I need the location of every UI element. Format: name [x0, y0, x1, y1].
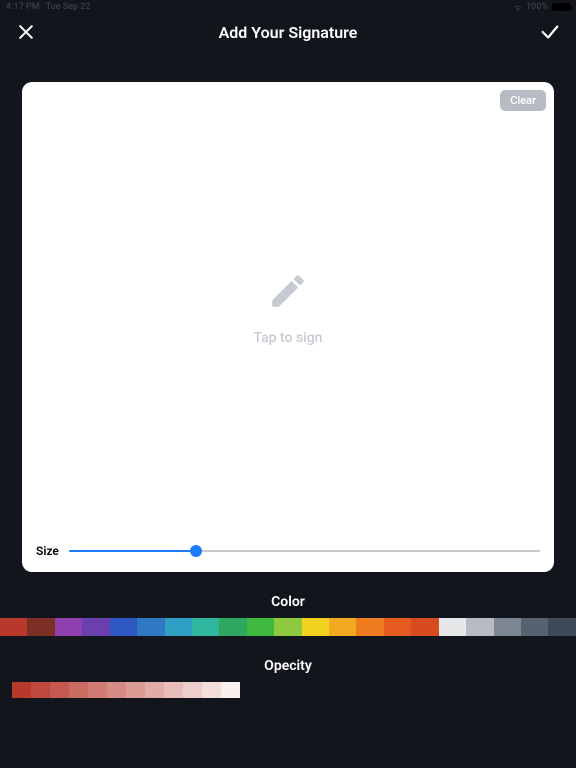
- color-swatch-13[interactable]: [356, 618, 383, 636]
- color-swatch-16[interactable]: [439, 618, 466, 636]
- color-swatch-11[interactable]: [302, 618, 329, 636]
- color-swatch-10[interactable]: [274, 618, 301, 636]
- signature-card: Clear Tap to sign Size: [22, 82, 554, 572]
- status-bar: 4:17 PM Tue Sep 22 ᯤ 100%: [0, 0, 576, 14]
- close-icon: [16, 22, 36, 42]
- color-swatch-14[interactable]: [384, 618, 411, 636]
- close-button[interactable]: [14, 20, 38, 44]
- size-row: Size: [22, 534, 554, 572]
- color-palette: [0, 618, 576, 636]
- opacity-palette: [12, 682, 240, 698]
- opacity-swatch-2[interactable]: [50, 682, 69, 698]
- color-swatch-5[interactable]: [137, 618, 164, 636]
- battery-icon: [552, 3, 570, 11]
- status-date: Tue Sep 22: [46, 2, 91, 12]
- color-swatch-9[interactable]: [247, 618, 274, 636]
- slider-fill: [69, 550, 196, 552]
- opacity-swatch-3[interactable]: [69, 682, 88, 698]
- page-title: Add Your Signature: [0, 23, 576, 42]
- signature-canvas[interactable]: Tap to sign: [22, 82, 554, 534]
- color-swatch-17[interactable]: [466, 618, 493, 636]
- color-swatch-0[interactable]: [0, 618, 27, 636]
- opacity-swatch-11[interactable]: [221, 682, 240, 698]
- opacity-swatch-10[interactable]: [202, 682, 221, 698]
- color-swatch-18[interactable]: [494, 618, 521, 636]
- opacity-swatch-9[interactable]: [183, 682, 202, 698]
- opacity-swatch-0[interactable]: [12, 682, 31, 698]
- color-section-label: Color: [0, 594, 576, 610]
- tap-to-sign-label: Tap to sign: [254, 330, 323, 346]
- color-swatch-2[interactable]: [55, 618, 82, 636]
- color-swatch-1[interactable]: [27, 618, 54, 636]
- color-swatch-20[interactable]: [548, 618, 575, 636]
- status-time: 4:17 PM: [6, 2, 40, 12]
- opacity-swatch-8[interactable]: [164, 682, 183, 698]
- opacity-swatch-5[interactable]: [107, 682, 126, 698]
- done-button[interactable]: [538, 20, 562, 44]
- slider-thumb[interactable]: [190, 545, 202, 557]
- pencil-icon: [267, 270, 309, 312]
- color-swatch-8[interactable]: [219, 618, 246, 636]
- opacity-swatch-4[interactable]: [88, 682, 107, 698]
- color-swatch-15[interactable]: [411, 618, 438, 636]
- color-swatch-19[interactable]: [521, 618, 548, 636]
- header: Add Your Signature: [0, 14, 576, 50]
- color-swatch-7[interactable]: [192, 618, 219, 636]
- opacity-swatch-1[interactable]: [31, 682, 50, 698]
- color-swatch-3[interactable]: [82, 618, 109, 636]
- opacity-section-label: Opecity: [0, 658, 576, 674]
- size-slider[interactable]: [69, 544, 540, 558]
- color-swatch-6[interactable]: [165, 618, 192, 636]
- battery-percent: 100%: [526, 2, 548, 12]
- size-label: Size: [36, 544, 59, 558]
- opacity-swatch-6[interactable]: [126, 682, 145, 698]
- color-swatch-4[interactable]: [110, 618, 137, 636]
- wifi-icon: ᯤ: [514, 1, 522, 14]
- color-swatch-12[interactable]: [329, 618, 356, 636]
- opacity-swatch-7[interactable]: [145, 682, 164, 698]
- clear-button[interactable]: Clear: [500, 90, 546, 111]
- check-icon: [539, 21, 561, 43]
